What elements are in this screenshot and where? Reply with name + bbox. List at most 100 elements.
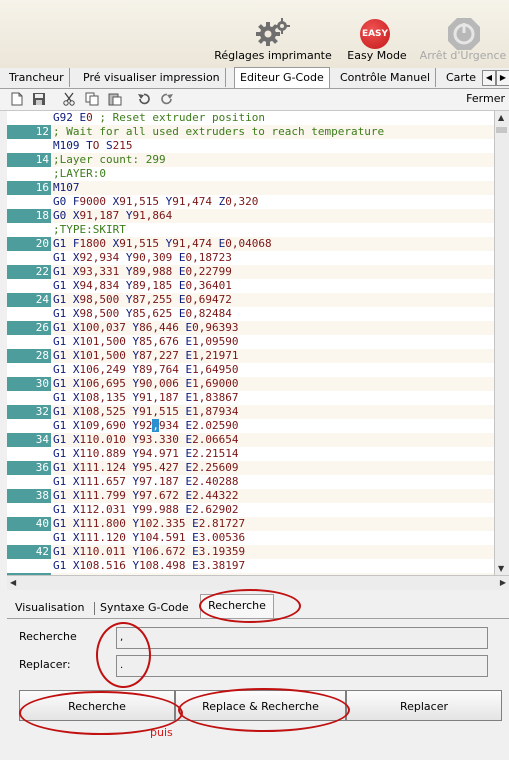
gcode-line[interactable]: 25 G1 X98,500 Y85,625 E0,82484 [7,307,494,321]
tabs-scroll-left-icon[interactable]: ◀ [482,70,496,86]
gcode-line[interactable]: 23 G1 X94,834 Y89,185 E0,36401 [7,279,494,293]
replace-and-search-button[interactable]: Replace & Recherche [175,690,346,721]
gcode-line[interactable]: 41 G1 X111.120 Y104.591 E3.00536 [7,531,494,545]
gcode-text: G1 X98,500 Y87,255 E0,69472 [53,293,232,306]
bottom-tabs: Visualisation Syntaxe G-Code Recherche [0,594,509,619]
gcode-line[interactable]: 39 G1 X112.031 Y99.988 E2.62902 [7,503,494,517]
gcode-line[interactable]: 16 M107 [7,181,494,195]
gcode-text: M107 [53,181,80,194]
gcode-line[interactable]: 29 G1 X106,249 Y89,764 E1,64950 [7,363,494,377]
gcode-editor[interactable]: 11 G92 E0 ; Reset extruder position 12 ; Wa… [7,111,494,575]
line-number: 41 [35,531,49,544]
close-editor-button[interactable]: Fermer [466,92,505,105]
tab-print-preview[interactable]: Pré visualiser impression [78,68,226,87]
gcode-text: ; Wait for all used extruders to reach t… [53,125,385,138]
gcode-text: G1 X110.011 Y106.672 E3.19359 [53,545,246,558]
gcode-line[interactable]: 37 G1 X111.657 Y97.187 E2.40288 [7,475,494,489]
gcode-line[interactable]: 19 ;TYPE:SKIRT [7,223,494,237]
editor-vertical-scrollbar[interactable]: ▲ ▼ [494,111,509,575]
emergency-stop-button[interactable]: Arrêt d'Urgence [417,0,509,68]
gcode-text: G1 X110.889 Y94.971 E2.21514 [53,447,239,460]
line-number: 12 [35,125,49,138]
gcode-line[interactable]: 33 G1 X109,690 Y92,934 E2.02590 [7,419,494,433]
line-number: 30 [35,377,49,390]
line-number: 34 [35,433,49,446]
gcode-line[interactable]: 36 G1 X111.124 Y95.427 E2.25609 [7,461,494,475]
gcode-line[interactable]: 14 ;Layer count: 299 [7,153,494,167]
new-file-icon[interactable] [10,92,24,106]
gcode-line[interactable]: 17 G0 F9000 X91,515 Y91,474 Z0,320 [7,195,494,209]
gcode-line[interactable]: 12 ; Wait for all used extruders to reach… [7,125,494,139]
gcode-text: G1 X108.516 Y108.498 E3.38197 [53,559,246,572]
line-number: 11 [35,111,49,124]
scroll-down-icon[interactable]: ▼ [498,564,504,573]
scroll-up-icon[interactable]: ▲ [498,113,504,122]
editor-horizontal-scrollbar[interactable]: ◀ ▶ [7,575,509,590]
tab-separator [94,602,95,615]
paste-icon[interactable] [108,92,122,106]
line-number: 40 [35,517,49,530]
gcode-text: G1 X106,695 Y90,006 E1,69000 [53,377,239,390]
easy-mode-button[interactable]: EASY Easy Mode [344,0,410,68]
line-number: 37 [35,475,49,488]
scroll-left-icon[interactable]: ◀ [10,578,16,587]
tab-manual-control[interactable]: Contrôle Manuel [335,68,437,87]
scroll-right-icon[interactable]: ▶ [500,578,506,587]
gcode-line[interactable]: 42 G1 X110.011 Y106.672 E3.19359 [7,545,494,559]
line-number: 18 [35,209,49,222]
gcode-line[interactable]: 20 G1 F1800 X91,515 Y91,474 E0,04068 [7,237,494,251]
gcode-text: G1 X108,525 Y91,515 E1,87934 [53,405,239,418]
gcode-line[interactable]: 31 G1 X108,135 Y91,187 E1,83867 [7,391,494,405]
gcode-line[interactable]: 18 G0 X91,187 Y91,864 [7,209,494,223]
gcode-text: G1 X101,500 Y87,227 E1,21971 [53,349,239,362]
line-number: 39 [35,503,49,516]
tab-gcode-syntax[interactable]: Syntaxe G-Code [100,598,189,618]
gcode-line[interactable]: 38 G1 X111.799 Y97.672 E2.44322 [7,489,494,503]
gcode-line[interactable]: 13 M109 TO S215 [7,139,494,153]
redo-icon[interactable] [160,92,174,106]
search-input[interactable]: , [116,627,488,649]
save-icon[interactable] [32,92,46,106]
gcode-text: G92 E0 ; Reset extruder position [53,111,265,124]
search-button[interactable]: Recherche [19,690,175,721]
gcode-text: G1 X94,834 Y89,185 E0,36401 [53,279,232,292]
gcode-line[interactable]: 40 G1 X111.800 Y102.335 E2.81727 [7,517,494,531]
gcode-line[interactable]: 24 G1 X98,500 Y87,255 E0,69472 [7,293,494,307]
cut-icon[interactable] [62,92,76,106]
scrollbar-thumb[interactable] [496,127,507,133]
line-number: 42 [35,545,49,558]
tab-gcode-editor[interactable]: Editeur G-Code [234,67,330,88]
gcode-text: G1 X111.657 Y97.187 E2.40288 [53,475,239,488]
gcode-line[interactable]: 27 G1 X101,500 Y85,676 E1,09590 [7,335,494,349]
undo-icon[interactable] [137,92,151,106]
tab-visualisation[interactable]: Visualisation [15,598,84,618]
gcode-line[interactable]: 30 G1 X106,695 Y90,006 E1,69000 [7,377,494,391]
copy-icon[interactable] [85,92,99,106]
tab-slicer[interactable]: Trancheur [4,68,70,87]
tabs-scroll-right-icon[interactable]: ▶ [496,70,509,86]
gcode-text: ;TYPE:SKIRT [53,223,126,236]
gcode-line[interactable]: 11 G92 E0 ; Reset extruder position [7,111,494,125]
replace-input[interactable]: . [116,655,488,677]
line-number: 20 [35,237,49,250]
line-number: 13 [35,139,49,152]
line-number: 43 [35,559,49,572]
emergency-stop-icon [448,18,480,50]
gcode-line[interactable]: 43 G1 X108.516 Y108.498 E3.38197 [7,559,494,573]
printer-settings-button[interactable]: Réglages imprimante [210,0,336,68]
line-number: 14 [35,153,49,166]
gcode-line[interactable]: 32 G1 X108,525 Y91,515 E1,87934 [7,405,494,419]
gcode-line[interactable]: 34 G1 X110.010 Y93.330 E2.06654 [7,433,494,447]
gcode-line[interactable]: 35 G1 X110.889 Y94.971 E2.21514 [7,447,494,461]
tab-search[interactable]: Recherche [200,594,274,619]
gcode-line[interactable]: 22 G1 X93,331 Y89,988 E0,22799 [7,265,494,279]
tab-map[interactable]: Carte [441,68,481,87]
line-number: 21 [35,251,49,264]
gcode-text: G1 X110.010 Y93.330 E2.06654 [53,433,239,446]
gcode-line[interactable]: 26 G1 X100,037 Y86,446 E0,96393 [7,321,494,335]
gcode-line[interactable]: 15 ;LAYER:0 [7,167,494,181]
line-number: 17 [35,195,49,208]
replace-button[interactable]: Replacer [346,690,502,721]
gcode-line[interactable]: 28 G1 X101,500 Y87,227 E1,21971 [7,349,494,363]
gcode-line[interactable]: 21 G1 X92,934 Y90,309 E0,18723 [7,251,494,265]
